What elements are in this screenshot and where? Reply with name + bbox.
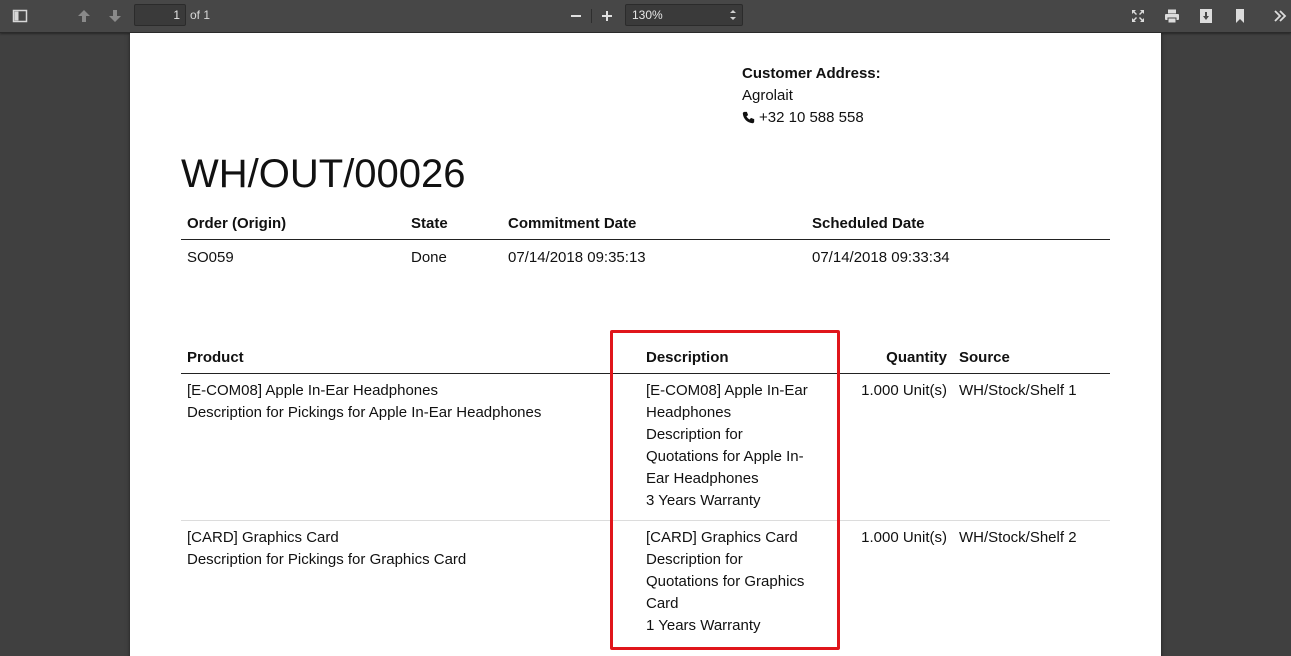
presentation-mode-icon[interactable] xyxy=(1126,4,1150,28)
product-picking-description: Description for Pickings for Graphics Ca… xyxy=(187,551,467,568)
column-header: Scheduled Date xyxy=(806,209,1110,240)
column-header: Description xyxy=(640,343,847,374)
description-line: Description for xyxy=(646,551,743,568)
zoom-value: 130% xyxy=(632,8,663,22)
description-line: Quotations for Graphics xyxy=(646,573,805,590)
description-cell: [CARD] Graphics Card Description for Quo… xyxy=(640,521,847,646)
zoom-out-icon[interactable] xyxy=(564,4,588,28)
download-icon[interactable] xyxy=(1194,4,1218,28)
zoom-select[interactable]: 130% xyxy=(625,4,743,26)
column-header: Commitment Date xyxy=(502,209,806,240)
stock-moves-table: Product Description Quantity Source [E-C… xyxy=(181,343,1110,645)
table-header-row: Order (Origin) State Commitment Date Sch… xyxy=(181,209,1110,240)
product-cell: [CARD] Graphics Card Description for Pic… xyxy=(181,521,640,646)
print-icon[interactable] xyxy=(1160,4,1184,28)
description-line: [E-COM08] Apple In-Ear xyxy=(646,382,808,399)
document-title: WH/OUT/00026 xyxy=(181,152,466,196)
customer-name: Agrolait xyxy=(742,87,793,104)
description-line: Description for xyxy=(646,426,743,443)
quantity-cell: 1.000 Unit(s) xyxy=(847,373,953,521)
next-page-icon[interactable] xyxy=(103,4,127,28)
product-cell: [E-COM08] Apple In-Ear Headphones Descri… xyxy=(181,373,640,521)
commitment-date-cell: 07/14/2018 09:35:13 xyxy=(508,248,646,266)
column-header: State xyxy=(405,209,502,240)
sidebar-toggle-icon[interactable] xyxy=(8,4,32,28)
description-line: Card xyxy=(646,595,679,612)
page-number-input[interactable]: 1 xyxy=(134,4,186,26)
page-count-label: of 1 xyxy=(190,8,211,22)
customer-phone: +32 10 588 558 xyxy=(759,109,864,126)
phone-icon xyxy=(742,111,755,124)
column-header: Order (Origin) xyxy=(181,209,405,240)
column-header: Product xyxy=(181,343,640,374)
column-header: Source xyxy=(953,343,1110,374)
description-line: Headphones xyxy=(646,404,732,421)
description-line: Quotations for Apple In- xyxy=(646,448,804,465)
description-line: [CARD] Graphics Card xyxy=(646,529,798,546)
table-row: SO059 Done 07/14/2018 09:35:13 07/14/201… xyxy=(181,240,1110,275)
source-cell: WH/Stock/Shelf 1 xyxy=(953,373,1110,521)
pdf-page: Customer Address: Agrolait +32 10 588 55… xyxy=(130,33,1161,656)
bookmark-icon[interactable] xyxy=(1228,4,1252,28)
table-row: [E-COM08] Apple In-Ear Headphones Descri… xyxy=(181,373,1110,521)
product-name: [CARD] Graphics Card xyxy=(187,529,339,546)
tools-icon[interactable] xyxy=(1268,4,1291,28)
description-line: Ear Headphones xyxy=(646,470,759,487)
description-line: 3 Years Warranty xyxy=(646,492,761,509)
customer-address-label: Customer Address: xyxy=(742,65,881,82)
description-cell: [E-COM08] Apple In-Ear Headphones Descri… xyxy=(640,373,847,521)
previous-page-icon[interactable] xyxy=(72,4,96,28)
customer-address: Customer Address: Agrolait +32 10 588 55… xyxy=(742,63,881,129)
state-cell: Done xyxy=(411,248,447,266)
select-caret-icon xyxy=(730,10,736,20)
pdf-toolbar: 1 of 1 130% xyxy=(0,0,1291,33)
origin-cell: SO059 xyxy=(187,248,234,266)
scheduled-date-cell: 07/14/2018 09:33:34 xyxy=(812,248,950,266)
pdf-viewer[interactable]: Customer Address: Agrolait +32 10 588 55… xyxy=(0,33,1291,656)
column-header: Quantity xyxy=(847,343,953,374)
description-line: 1 Years Warranty xyxy=(646,617,761,634)
table-header-row: Product Description Quantity Source xyxy=(181,343,1110,374)
product-picking-description: Description for Pickings for Apple In-Ea… xyxy=(187,404,542,421)
table-row: [CARD] Graphics Card Description for Pic… xyxy=(181,521,1110,646)
quantity-cell: 1.000 Unit(s) xyxy=(861,529,947,546)
zoom-in-icon[interactable] xyxy=(595,4,619,28)
source-cell: WH/Stock/Shelf 2 xyxy=(959,529,1077,546)
picking-info-table: Order (Origin) State Commitment Date Sch… xyxy=(181,209,1110,274)
toolbar-separator xyxy=(591,9,592,23)
product-name: [E-COM08] Apple In-Ear Headphones xyxy=(187,382,438,399)
customer-phone-line: +32 10 588 558 xyxy=(742,107,881,129)
